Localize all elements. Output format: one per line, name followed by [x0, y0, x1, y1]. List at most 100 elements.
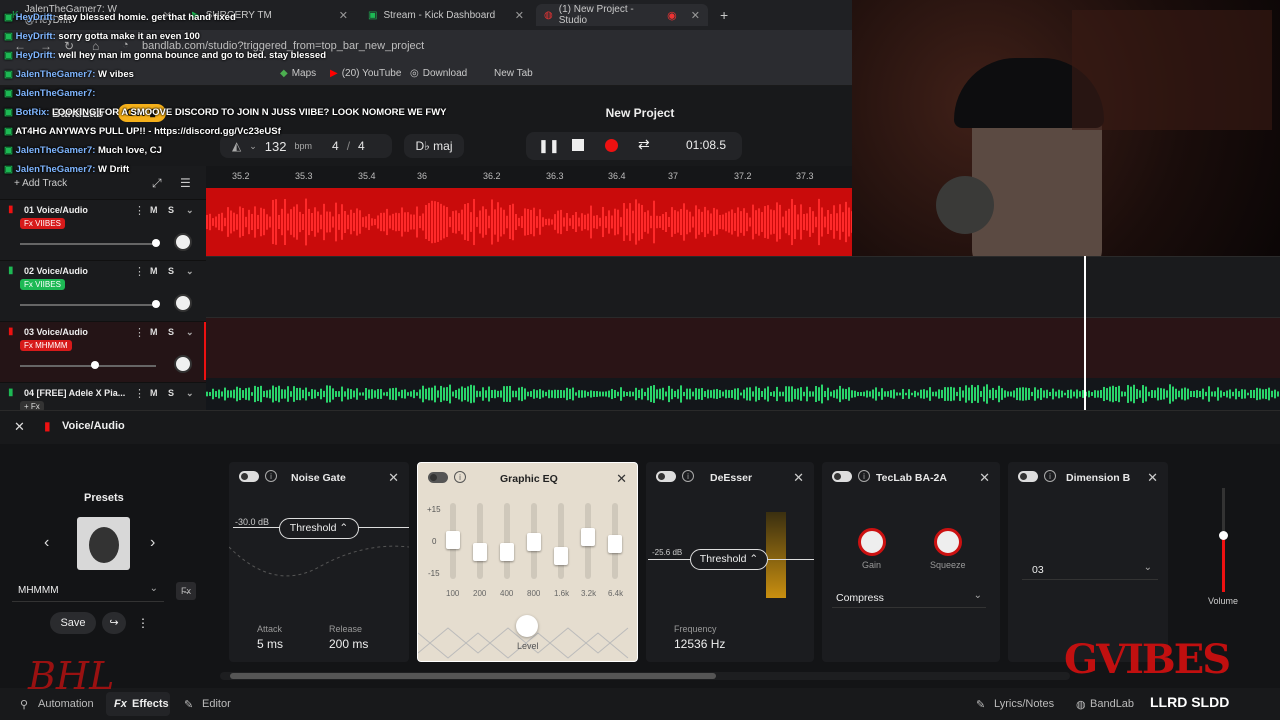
pan-knob[interactable]	[174, 355, 192, 373]
eq-band-slider[interactable]	[477, 503, 483, 579]
eq-band-handle[interactable]	[473, 543, 487, 561]
track-name[interactable]: 02 Voice/Audio	[24, 266, 88, 276]
track-header[interactable]: ▮ 01 Voice/Audio ⋮ M S ⌄ Fx VIIBES	[0, 200, 206, 261]
record-button[interactable]	[605, 139, 618, 152]
eq-band-handle[interactable]	[446, 531, 460, 549]
info-icon[interactable]: i	[454, 471, 466, 483]
squeeze-knob[interactable]	[934, 528, 962, 556]
dimension-toggle[interactable]	[1018, 471, 1038, 482]
stop-button[interactable]	[572, 139, 584, 151]
preset-artwork[interactable]	[77, 517, 130, 570]
threshold-handle[interactable]: Threshold ⌃	[690, 549, 768, 570]
prev-preset-button[interactable]: ‹	[44, 534, 49, 552]
volume-slider-handle[interactable]	[152, 300, 160, 308]
close-icon[interactable]: ✕	[515, 9, 524, 22]
remove-fx-icon[interactable]: F̶x	[176, 582, 196, 600]
more-options-icon[interactable]: ⋮	[132, 612, 154, 634]
close-icon[interactable]: ✕	[691, 9, 700, 22]
lyrics-notes-tab[interactable]: Lyrics/Notes	[994, 698, 1054, 710]
volume-slider-handle[interactable]	[90, 361, 99, 369]
solo-button[interactable]: S	[168, 205, 174, 215]
more-options-icon[interactable]: ⋮	[134, 204, 145, 217]
mute-button[interactable]: M	[150, 388, 158, 398]
automation-icon[interactable]: ⚲	[20, 698, 28, 711]
release-value[interactable]: 200 ms	[329, 637, 368, 651]
track-fx-badge[interactable]: Fx VIIBES	[20, 279, 65, 290]
volume-handle[interactable]	[1219, 531, 1228, 540]
bookmark-new-tab[interactable]: New Tab	[494, 68, 533, 79]
pan-knob[interactable]	[174, 233, 192, 251]
track-header[interactable]: ▮ 02 Voice/Audio ⋮ M S ⌄ Fx VIIBES	[0, 261, 206, 322]
track-fx-badge[interactable]: Fx MHMMM	[20, 340, 72, 351]
share-icon[interactable]: ↪	[102, 612, 126, 634]
eq-band-handle[interactable]	[527, 533, 541, 551]
effects-tab[interactable]: Effects	[132, 698, 169, 710]
track-fx-badge[interactable]: Fx VIIBES	[20, 218, 65, 229]
eq-band-slider[interactable]	[504, 503, 510, 579]
volume-slider[interactable]	[20, 304, 156, 306]
eq-band-slider[interactable]	[558, 503, 564, 579]
eq-band-handle[interactable]	[581, 528, 595, 546]
gain-knob[interactable]	[858, 528, 886, 556]
mute-button[interactable]: M	[150, 327, 158, 337]
automation-tab[interactable]: Automation	[38, 698, 94, 710]
eq-band-handle[interactable]	[608, 535, 622, 553]
track-header[interactable]: ▮ 03 Voice/Audio ⋮ M S ⌄ Fx MHMMM	[0, 322, 206, 383]
chevron-down-icon[interactable]: ⌄	[186, 327, 194, 338]
more-options-icon[interactable]: ⋮	[134, 265, 145, 278]
teclab-toggle[interactable]	[832, 471, 852, 482]
dimension-select[interactable]: 03 ⌄	[1022, 558, 1158, 580]
close-icon[interactable]: ✕	[979, 470, 990, 486]
info-icon[interactable]: i	[265, 470, 277, 482]
add-track-button[interactable]: + Add Track	[14, 178, 67, 189]
next-preset-button[interactable]: ›	[150, 534, 155, 552]
noise-gate-toggle[interactable]	[239, 471, 259, 482]
threshold-handle[interactable]: Threshold ⌃	[279, 518, 359, 539]
track-name[interactable]: 01 Voice/Audio	[24, 205, 88, 215]
level-knob[interactable]	[516, 615, 538, 637]
track-name[interactable]: 03 Voice/Audio	[24, 327, 88, 337]
close-icon[interactable]: ✕	[14, 419, 25, 435]
close-icon[interactable]: ✕	[793, 470, 804, 486]
volume-slider[interactable]	[20, 243, 156, 245]
pause-button[interactable]: ❚❚	[538, 138, 560, 154]
solo-button[interactable]: S	[168, 266, 174, 276]
eq-band-handle[interactable]	[554, 547, 568, 565]
editor-tab[interactable]: Editor	[202, 698, 231, 710]
frequency-value[interactable]: 12536 Hz	[674, 637, 725, 651]
info-icon[interactable]: i	[682, 470, 694, 482]
lane-03[interactable]	[206, 317, 1280, 378]
volume-slider[interactable]	[20, 365, 156, 367]
bandlab-sounds-tab[interactable]: BandLab	[1090, 698, 1134, 710]
info-icon[interactable]: i	[858, 470, 870, 482]
playhead[interactable]	[1084, 256, 1086, 410]
mute-button[interactable]: M	[150, 205, 158, 215]
close-icon[interactable]: ✕	[1147, 470, 1158, 486]
close-icon[interactable]: ✕	[388, 470, 399, 486]
loop-icon[interactable]: ⇄	[638, 136, 650, 153]
project-title[interactable]: New Project	[550, 106, 730, 120]
fx-scrollbar[interactable]	[220, 672, 1070, 680]
solo-button[interactable]: S	[168, 388, 174, 398]
chevron-down-icon[interactable]: ⌄	[186, 266, 194, 277]
info-icon[interactable]: i	[1044, 470, 1056, 482]
chevron-down-icon[interactable]: ⌄	[186, 205, 194, 216]
volume-slider-handle[interactable]	[152, 239, 160, 247]
mute-button[interactable]: M	[150, 266, 158, 276]
eq-band-handle[interactable]	[500, 543, 514, 561]
mode-select[interactable]: Compress ⌄	[832, 586, 986, 608]
scrollbar-thumb[interactable]	[230, 673, 716, 679]
deesser-toggle[interactable]	[656, 471, 676, 482]
track-name[interactable]: 04 [FREE] Adele X Pia...	[24, 388, 125, 398]
chevron-down-icon[interactable]: ⌄	[186, 388, 194, 399]
close-icon[interactable]: ✕	[616, 471, 627, 487]
pan-knob[interactable]	[174, 294, 192, 312]
new-tab-button[interactable]: +	[712, 4, 736, 26]
more-options-icon[interactable]: ⋮	[134, 326, 145, 339]
lane-04[interactable]	[206, 378, 1280, 410]
tab-bandlab-studio[interactable]: ◍ (1) New Project - Studio ◉ ✕	[536, 4, 708, 26]
lane-02[interactable]	[206, 256, 1280, 317]
attack-value[interactable]: 5 ms	[257, 637, 283, 651]
graphic-eq-toggle[interactable]	[428, 472, 448, 483]
save-preset-button[interactable]: Save	[50, 612, 96, 634]
